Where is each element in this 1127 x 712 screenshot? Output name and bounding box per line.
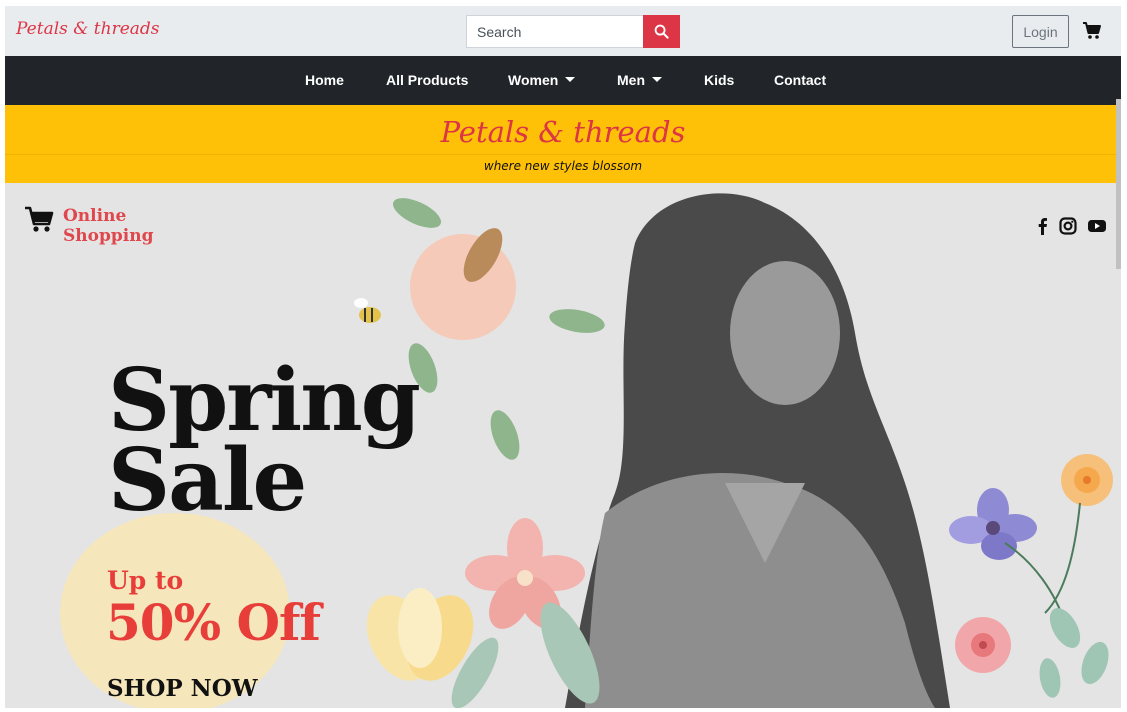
shopping-cart-icon bbox=[25, 206, 54, 232]
instagram-icon[interactable] bbox=[1059, 217, 1077, 235]
hero-banner[interactable]: Online Shopping Spring Sale Up to 50% Of… bbox=[5, 183, 1121, 708]
search-icon bbox=[654, 24, 669, 39]
nav-item-women[interactable]: Women bbox=[508, 72, 576, 88]
search-input[interactable] bbox=[466, 15, 644, 48]
discount-prefix: Up to bbox=[107, 566, 184, 595]
nav-item-men[interactable]: Men bbox=[617, 72, 662, 88]
facebook-icon[interactable] bbox=[1034, 217, 1052, 235]
caret-down-icon bbox=[652, 77, 662, 82]
brand-banner: Petals & threads where new styles blosso… bbox=[5, 105, 1121, 183]
banner-tagline: where new styles blossom bbox=[483, 159, 643, 173]
banner-title: Petals & threads bbox=[440, 115, 686, 149]
brand-logo[interactable]: Petals & threads bbox=[16, 19, 160, 39]
youtube-icon[interactable] bbox=[1087, 217, 1107, 235]
discount-value: 50% Off bbox=[106, 593, 321, 652]
cart-icon[interactable] bbox=[1082, 21, 1102, 41]
caret-down-icon bbox=[565, 77, 576, 82]
page-frame: Petals & threads Login Home All Products… bbox=[5, 6, 1121, 708]
scrollbar-thumb[interactable] bbox=[1116, 99, 1121, 269]
nav-item-all-products[interactable]: All Products bbox=[386, 72, 468, 88]
search-button[interactable] bbox=[643, 15, 680, 48]
top-bar: Petals & threads Login bbox=[5, 6, 1121, 56]
sale-headline: Spring Sale bbox=[108, 350, 421, 531]
login-button[interactable]: Login bbox=[1012, 15, 1069, 48]
nav-item-contact[interactable]: Contact bbox=[774, 72, 826, 88]
main-nav: Home All Products Women Men Kids Contact bbox=[5, 56, 1121, 105]
nav-item-home[interactable]: Home bbox=[305, 72, 344, 88]
nav-item-kids[interactable]: Kids bbox=[704, 72, 734, 88]
shop-now-button[interactable]: SHOP NOW bbox=[107, 675, 258, 702]
online-shopping-label: Online Shopping bbox=[63, 206, 154, 246]
banner-divider bbox=[5, 154, 1121, 155]
